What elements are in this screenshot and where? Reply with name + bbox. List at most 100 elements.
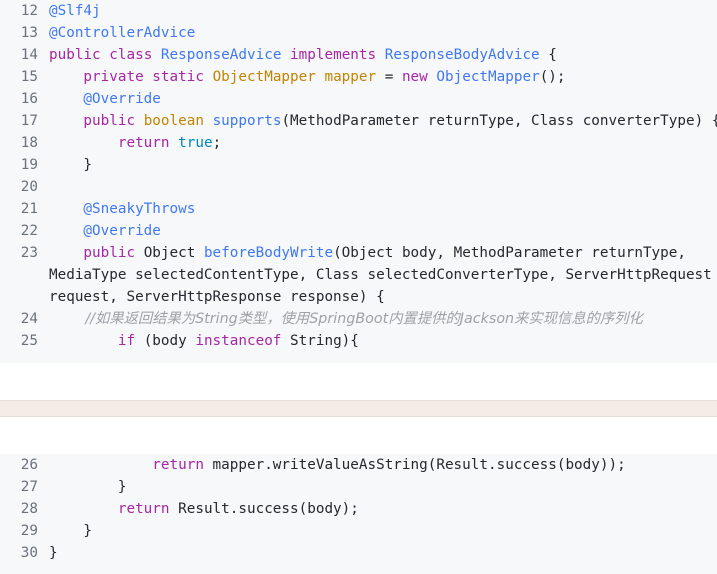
line-number: 20 xyxy=(20,179,38,195)
line-number: 17 xyxy=(20,113,38,129)
line-number: 27 xyxy=(20,479,38,495)
code-token: } xyxy=(49,523,93,539)
code-text: @Override xyxy=(49,220,717,242)
code-text: if (body instanceof String){ xyxy=(49,330,717,352)
code-line: 18 return true; xyxy=(0,132,717,154)
code-text: } xyxy=(49,542,717,564)
code-token: boolean xyxy=(143,113,213,129)
code-token: ResponseAdvice xyxy=(160,47,291,63)
code-text: return Result.success(body); xyxy=(49,498,717,520)
code-token: @Override xyxy=(49,223,161,239)
code-token: String){ xyxy=(290,333,359,349)
code-text: public boolean supports(MethodParameter … xyxy=(49,110,717,132)
code-token: @ControllerAdvice xyxy=(49,25,196,41)
spacer xyxy=(0,417,717,454)
line-number: 23 xyxy=(20,245,38,261)
code-token: instanceof xyxy=(195,333,291,349)
code-token: implements xyxy=(290,47,385,63)
line-number: 29 xyxy=(20,523,38,539)
line-number: 13 xyxy=(20,25,38,41)
code-text: public class ResponseAdvice implements R… xyxy=(49,44,717,66)
code-text: } xyxy=(49,520,717,542)
code-text: @Override xyxy=(49,88,717,110)
code-token: static xyxy=(152,69,213,85)
code-token: Object xyxy=(143,245,204,261)
code-text: @SneakyThrows xyxy=(49,198,717,220)
code-token: } xyxy=(49,479,127,495)
code-token: private xyxy=(49,69,153,85)
code-line: 14 public class ResponseAdvice implements… xyxy=(0,44,717,66)
line-number: 25 xyxy=(20,333,38,349)
line-number: 16 xyxy=(20,91,38,107)
page-break-divider xyxy=(0,400,717,417)
code-line: 22 @Override xyxy=(0,220,717,242)
code-line: 25 if (body instanceof String){ xyxy=(0,330,717,352)
code-text: } xyxy=(49,154,717,176)
code-token: @Slf4j xyxy=(49,3,101,19)
code-token: return xyxy=(49,135,179,151)
code-token: } xyxy=(49,157,93,173)
code-line: 19 } xyxy=(0,154,717,176)
code-token: //如果返回结果为String类型，使用SpringBoot内置提供的Jacks… xyxy=(49,311,643,327)
code-token: ObjectMapper xyxy=(436,69,540,85)
code-token: @Override xyxy=(49,91,161,107)
code-text-continuation: request, ServerHttpResponse response) { xyxy=(49,289,385,305)
line-number: 24 xyxy=(20,311,38,327)
code-token: true xyxy=(178,135,213,151)
code-token: ResponseBodyAdvice xyxy=(384,47,540,63)
code-line: 26 return mapper.writeValueAsString(Resu… xyxy=(0,454,717,476)
code-text: return true; xyxy=(49,132,717,154)
code-line: 27 } xyxy=(0,476,717,498)
code-block-bottom: 26 return mapper.writeValueAsString(Resu… xyxy=(0,454,717,574)
line-number: 19 xyxy=(20,157,38,173)
code-token: if xyxy=(49,333,144,349)
code-token: } xyxy=(49,545,58,561)
code-block-top: 12 @Slf4j 13 @ControllerAdvice 14 public clas… xyxy=(0,0,717,363)
line-number: 30 xyxy=(20,545,38,561)
code-token: public xyxy=(49,245,144,261)
code-token: Result.success(body); xyxy=(178,501,359,517)
code-line: 13 @ControllerAdvice xyxy=(0,22,717,44)
code-text: //如果返回结果为String类型，使用SpringBoot内置提供的Jacks… xyxy=(49,308,717,330)
code-line: 16 @Override xyxy=(0,88,717,110)
code-text-continuation: MediaType selectedContentType, Class sel… xyxy=(49,267,712,283)
code-token: public xyxy=(49,47,110,63)
line-number: 26 xyxy=(20,457,38,473)
code-token: return xyxy=(49,501,179,517)
code-token: ; xyxy=(212,135,222,151)
code-token: (body xyxy=(143,333,196,349)
code-text: } xyxy=(49,476,717,498)
code-line: 12 @Slf4j xyxy=(0,0,717,22)
code-line: 15 private static ObjectMapper mapper = … xyxy=(0,66,717,88)
code-text: @ControllerAdvice xyxy=(49,22,717,44)
spacer xyxy=(0,363,717,400)
code-token: (MethodParameter returnType, Class conve… xyxy=(281,113,717,129)
code-text: return mapper.writeValueAsString(Result.… xyxy=(49,454,717,476)
line-number: 12 xyxy=(20,3,38,19)
code-text: public Object beforeBodyWrite(Object bod… xyxy=(49,242,717,264)
code-line: 28 return Result.success(body); xyxy=(0,498,717,520)
code-text: private static ObjectMapper mapper = new… xyxy=(49,66,717,88)
code-line: 29 } xyxy=(0,520,717,542)
code-token: class xyxy=(109,47,161,63)
code-line: 23 public Object beforeBodyWrite(Object … xyxy=(0,242,717,308)
line-number: 28 xyxy=(20,501,38,517)
code-token: mapper.writeValueAsString(Result.success… xyxy=(212,457,626,473)
line-number: 18 xyxy=(20,135,38,151)
code-token: ObjectMapper xyxy=(212,69,325,85)
code-token: supports xyxy=(212,113,282,129)
code-line: 30} xyxy=(0,542,717,564)
code-token: (); xyxy=(539,69,566,85)
line-number: 22 xyxy=(20,223,38,239)
code-token: new xyxy=(401,69,437,85)
code-line: 17 public boolean supports(MethodParamet… xyxy=(0,110,717,132)
code-token: { xyxy=(539,47,557,63)
line-number: 21 xyxy=(20,201,38,217)
line-number: 14 xyxy=(20,47,38,63)
code-line: 20 xyxy=(0,176,717,198)
code-token: public xyxy=(49,113,144,129)
code-text: @Slf4j xyxy=(49,0,717,22)
code-token: @SneakyThrows xyxy=(49,201,196,217)
code-line: 21 @SneakyThrows xyxy=(0,198,717,220)
code-token: beforeBodyWrite xyxy=(203,245,334,261)
